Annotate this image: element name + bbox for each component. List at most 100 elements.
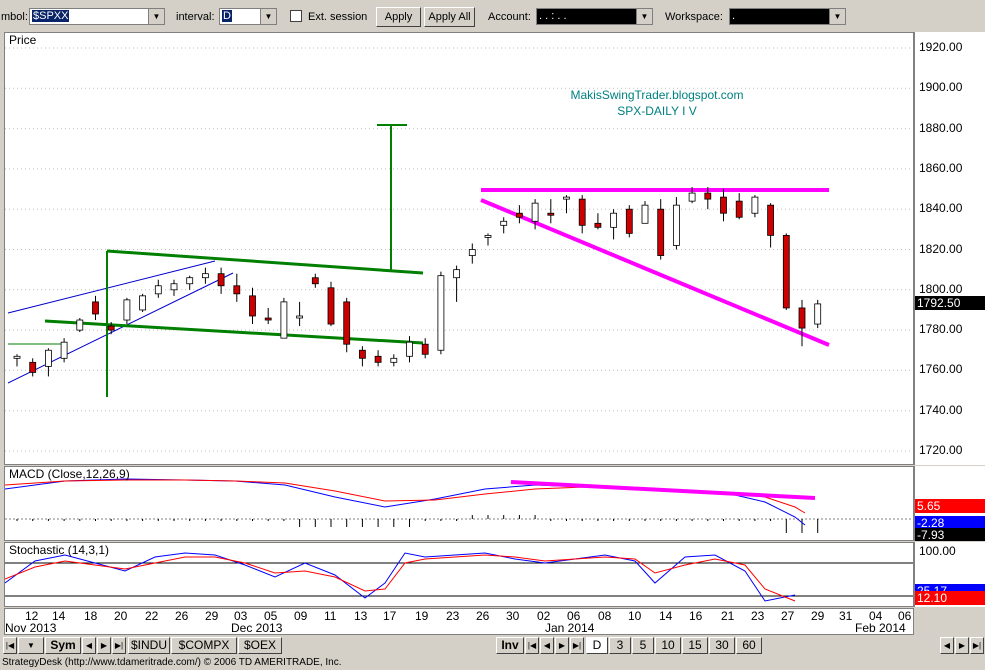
stochastic-d-badge: 12.10	[915, 591, 985, 605]
macd-panel[interactable]: MACD (Close,12,26,9)	[4, 466, 914, 541]
candle	[139, 293, 147, 312]
inv-tab[interactable]: Inv	[496, 637, 524, 654]
tab-symbol-indu[interactable]: $INDU	[128, 637, 170, 654]
candle	[641, 201, 649, 224]
chevron-down-icon[interactable]: ▼	[636, 9, 652, 24]
price-tick-label: 1760.00	[919, 362, 963, 377]
inv-scroll-left-icon[interactable]: ◀	[540, 637, 554, 654]
date-tick-label: 31	[839, 609, 853, 623]
interval-value: D	[222, 10, 232, 22]
account-combobox[interactable]: . . : . . ▼	[536, 8, 653, 25]
symbol-combobox[interactable]: $SPXX ▼	[29, 8, 165, 25]
candle	[92, 295, 99, 321]
macd-divergence-line	[510, 480, 816, 500]
price-axis: 1920.00 1900.00 1880.00 1860.00 1840.00 1820.…	[914, 32, 985, 465]
candle	[563, 195, 570, 214]
price-tick-label: 1820.00	[919, 241, 963, 256]
scroll-last-icon[interactable]: ▶|	[970, 637, 984, 654]
candle	[76, 318, 84, 333]
candle	[594, 213, 602, 230]
interval-combobox[interactable]: D ▼	[219, 8, 277, 25]
price-tick-label: 1740.00	[919, 402, 963, 417]
candle	[610, 209, 617, 240]
stochastic-axis: 100.00 25.17 12.10	[914, 542, 985, 607]
wedge-upper-line	[106, 249, 424, 275]
candle	[374, 350, 382, 367]
symbol-value: $SPXX	[32, 10, 70, 22]
inv-scroll-last-icon[interactable]: ▶|	[570, 637, 584, 654]
chevron-down-icon[interactable]: ▼	[260, 9, 276, 24]
account-label: Account:	[488, 11, 531, 23]
price-tick-label: 1880.00	[919, 120, 963, 135]
inv-scroll-right-icon[interactable]: ▶	[555, 637, 569, 654]
scroll-first-icon[interactable]: |◀	[3, 637, 17, 654]
candle	[468, 243, 476, 264]
channel-upper-line	[7, 260, 216, 314]
date-tick-label: 18	[84, 609, 98, 623]
date-tick-label: 22	[145, 609, 159, 623]
tab-interval-15[interactable]: 15	[682, 637, 708, 654]
price-tick-label: 1800.00	[919, 281, 963, 296]
candle	[798, 299, 806, 347]
date-tick-label: 20	[114, 609, 128, 623]
candle	[280, 297, 288, 339]
stochastic-panel[interactable]: Stochastic (14,3,1)	[4, 542, 914, 607]
candle	[421, 338, 429, 359]
date-tick-label: 13	[354, 609, 368, 623]
sym-tab[interactable]: Sym	[45, 637, 81, 654]
annotation-line-1: MakisSwingTrader.blogspot.com	[571, 88, 744, 102]
candle	[453, 265, 461, 302]
price-panel[interactable]: MakisSwingTrader.blogspot.com SPX-DAILY …	[4, 32, 914, 465]
macd-line	[5, 478, 806, 526]
tab-interval-5[interactable]: 5	[632, 637, 654, 654]
scroll-left-icon[interactable]: ◀	[940, 637, 954, 654]
scroll-right-icon[interactable]: ▶	[97, 637, 111, 654]
macd-axis: 5.65 -2.28 -7.93	[914, 466, 985, 541]
candle	[720, 189, 727, 222]
inv-scroll-first-icon[interactable]: |◀	[525, 637, 539, 654]
scroll-last-icon[interactable]: ▶|	[112, 637, 126, 654]
scroll-left-icon[interactable]: ◀	[82, 637, 96, 654]
date-tick-label: 27	[781, 609, 795, 623]
month-label: Dec 2013	[231, 621, 283, 635]
apply-button[interactable]: Apply	[376, 7, 421, 27]
tab-symbol-compx[interactable]: $COMPX	[171, 637, 237, 654]
stochastic-k-line	[5, 552, 796, 602]
date-tick-label: 26	[476, 609, 490, 623]
price-tick-label: 1780.00	[919, 322, 963, 337]
price-tick-label: 1900.00	[919, 80, 963, 95]
tab-interval-60[interactable]: 60	[736, 637, 762, 654]
macd-chart	[5, 478, 913, 533]
stochastic-panel-title: Stochastic (14,3,1)	[9, 543, 110, 557]
date-tick-label: 29	[811, 609, 825, 623]
tab-interval-30[interactable]: 30	[709, 637, 735, 654]
tab-interval-d[interactable]: D	[586, 637, 608, 654]
tab-interval-10[interactable]: 10	[655, 637, 681, 654]
candle	[13, 354, 21, 367]
date-tick-label: 08	[598, 609, 612, 623]
candle	[814, 299, 822, 329]
date-tick-label: 09	[294, 609, 308, 623]
workspace-label: Workspace:	[665, 11, 723, 23]
price-tick-label: 1840.00	[919, 201, 963, 216]
date-tick-label: 23	[751, 609, 765, 623]
date-tick-label: 11	[324, 609, 337, 623]
chevron-down-icon[interactable]: ▼	[829, 9, 845, 24]
candle	[500, 217, 508, 234]
candle	[343, 297, 351, 353]
tab-scroll-icon[interactable]: ▼	[18, 637, 44, 654]
symbol-label: mbol:	[1, 11, 28, 23]
tab-symbol-oex[interactable]: $OEX	[238, 637, 282, 654]
scroll-right-icon[interactable]: ▶	[955, 637, 969, 654]
tab-interval-3[interactable]: 3	[609, 637, 631, 654]
workspace-combobox[interactable]: . ▼	[729, 8, 846, 25]
candle	[29, 358, 37, 377]
candle	[515, 205, 523, 224]
apply-all-button[interactable]: Apply All	[424, 7, 475, 27]
histogram-value-badge: -7.93	[915, 528, 985, 541]
candle	[767, 203, 774, 248]
date-tick-label: 17	[383, 609, 397, 623]
ext-session-checkbox[interactable]	[290, 10, 302, 22]
candle	[437, 271, 445, 355]
chevron-down-icon[interactable]: ▼	[148, 9, 164, 24]
